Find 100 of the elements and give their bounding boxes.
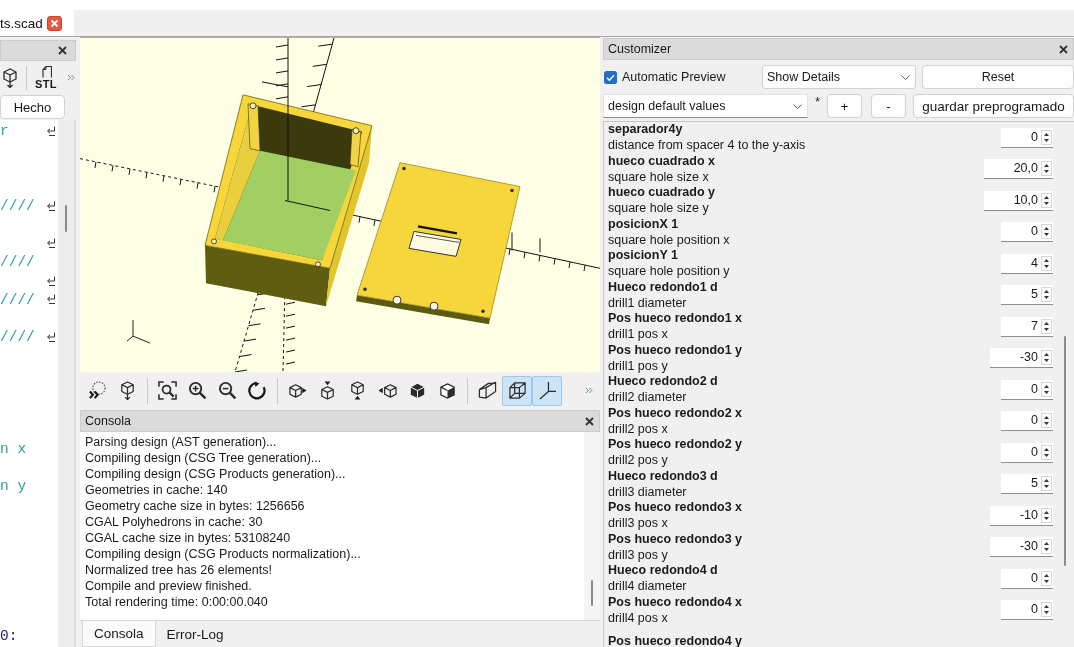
parameter-name: Hueco redondo4 d	[608, 563, 719, 578]
spin-arrows-icon[interactable]	[1041, 539, 1052, 555]
parameter-description: drill2 diameter	[608, 389, 688, 406]
log-line: CGAL Polyhedrons in cache: 30	[85, 514, 264, 530]
spin-arrows-icon[interactable]	[1041, 602, 1052, 618]
add-preset-button[interactable]: +	[827, 94, 862, 118]
log-line: Total rendering time: 0:00:00.040	[85, 594, 269, 610]
parameter-description: drill2 pos x	[608, 420, 669, 437]
checkbox[interactable]	[604, 70, 617, 84]
perspective-frustum-icon	[477, 381, 497, 400]
code-text: ////	[0, 197, 35, 216]
parameter-name: Pos hueco redondo1 x	[608, 311, 744, 326]
spin-arrows-icon[interactable]	[1041, 287, 1052, 303]
spin-arrows-icon[interactable]	[1041, 476, 1052, 492]
file-tab[interactable]: ts.scad	[0, 10, 74, 36]
save-preset-button[interactable]: guardar preprogramado	[913, 94, 1074, 118]
scrollbar[interactable]	[584, 432, 600, 620]
spin-arrows-icon[interactable]	[1041, 444, 1052, 460]
close-icon[interactable]	[46, 15, 62, 31]
parameter-name: Pos hueco redondo3 x	[608, 500, 744, 515]
chevron-down-icon	[901, 74, 910, 80]
dropdown[interactable]: Show Details	[762, 65, 916, 89]
log-line: Compiling design (CSG Products normalization)...	[85, 546, 362, 562]
parameter-description: drill3 diameter	[608, 483, 688, 500]
tab[interactable]: Error-Log	[155, 621, 235, 647]
code-text: ////	[0, 327, 35, 346]
remove-preset-button[interactable]: -	[871, 94, 906, 118]
cube-left-marker-icon	[377, 381, 397, 400]
close-icon[interactable]	[1059, 44, 1068, 54]
reset-button[interactable]: Reset	[922, 65, 1074, 89]
chevron-down-icon	[793, 103, 802, 109]
parameter-description: square hole size x	[608, 168, 710, 185]
double-chevron-icon[interactable]	[66, 74, 75, 81]
toolbar-button[interactable]	[502, 375, 532, 406]
shaded-cube-icon	[437, 381, 457, 400]
parameter-description: drill1 pos x	[608, 326, 669, 343]
parameter-description: square hole size y	[608, 200, 710, 217]
parameter-description: square hole position x	[608, 231, 731, 248]
spin-arrows-icon[interactable]	[1041, 318, 1052, 334]
parameter-description: distance from spacer 4 to the y-axis	[608, 137, 807, 154]
modified-mark: *	[814, 94, 821, 109]
log-line: Normalized tree has 26 elements!	[85, 562, 273, 578]
parameter-description: drill4 pos x	[608, 609, 669, 626]
parameter-name: Hueco redondo3 d	[608, 468, 719, 484]
done-button[interactable]: Hecho	[0, 95, 65, 119]
cube-down-arrow-icon[interactable]	[0, 67, 20, 88]
spin-arrows-icon[interactable]	[1041, 161, 1052, 177]
parameter-name: posicionY 1	[608, 248, 679, 263]
parameter-name: hueco cuadrado y	[608, 185, 716, 200]
parameter-name: hueco cuadrado x	[608, 153, 716, 169]
close-icon[interactable]	[58, 46, 67, 55]
spin-arrows-icon[interactable]	[1041, 224, 1052, 240]
spin-arrows-icon[interactable]	[1041, 381, 1052, 397]
log-line: Compiling design (CSG Tree generation)...	[85, 450, 323, 466]
spin-arrows-icon[interactable]	[1041, 129, 1052, 145]
parameter-name: Pos hueco redondo4 y	[608, 634, 744, 647]
log-line: Compile and preview finished.	[85, 578, 253, 594]
checkbox-label[interactable]: Automatic Preview	[622, 70, 726, 84]
zoom-in-icon	[187, 381, 207, 400]
scrollbar-thumb[interactable]	[591, 580, 593, 606]
panel-title: Consola	[85, 414, 131, 428]
code-text: n y	[0, 477, 27, 496]
toolbar-button[interactable]	[532, 375, 562, 406]
code-text: ////	[0, 253, 35, 272]
parameter-description: drill3 pos x	[608, 515, 669, 532]
scrollbar-thumb[interactable]	[65, 205, 67, 232]
tab[interactable]: Consola	[82, 621, 156, 647]
spin-arrows-icon[interactable]	[1041, 413, 1052, 429]
cube-right-marker-icon	[287, 381, 307, 400]
file-icon	[39, 65, 52, 78]
parameter-name: Hueco redondo1 d	[608, 279, 719, 295]
dashed-circle-chevrons-icon	[87, 381, 107, 400]
log-line: Geometries in cache: 140	[85, 482, 229, 498]
parameter-name: posicionX 1	[608, 216, 680, 232]
spin-arrows-icon[interactable]	[1041, 192, 1052, 208]
close-icon[interactable]	[585, 416, 594, 426]
spin-arrows-icon[interactable]	[1041, 350, 1052, 366]
parameter-description: drill3 pos y	[608, 546, 669, 563]
parameter-name: Pos hueco redondo3 y	[608, 531, 744, 547]
parameter-description: square hole position y	[608, 263, 731, 280]
scrollbar[interactable]	[58, 120, 76, 647]
code-text: n x	[0, 440, 27, 459]
spin-arrows-icon[interactable]	[1041, 507, 1052, 523]
code-text: ////	[0, 290, 35, 309]
spin-arrows-icon[interactable]	[1041, 255, 1052, 271]
parameter-description: drill1 diameter	[608, 294, 688, 311]
parameter-name: Hueco redondo2 d	[608, 374, 719, 389]
log-line: CGAL cache size in bytes: 53108240	[85, 530, 292, 546]
export-stl-button[interactable]: STL	[33, 63, 59, 92]
parameter-name: separador4y	[608, 122, 684, 137]
log-line: Geometry cache size in bytes: 1256656	[85, 498, 306, 514]
double-chevron-icon[interactable]	[585, 387, 593, 394]
zoom-fit-icon	[157, 381, 177, 400]
scrollbar-thumb[interactable]	[1064, 336, 1066, 566]
spin-arrows-icon[interactable]	[1041, 570, 1052, 586]
code-text: 0:	[0, 626, 18, 645]
zoom-out-icon	[217, 381, 237, 400]
parameter-name: Pos hueco redondo2 x	[608, 405, 744, 421]
dropdown[interactable]: design default values	[603, 94, 808, 118]
axes-icon	[537, 381, 557, 400]
